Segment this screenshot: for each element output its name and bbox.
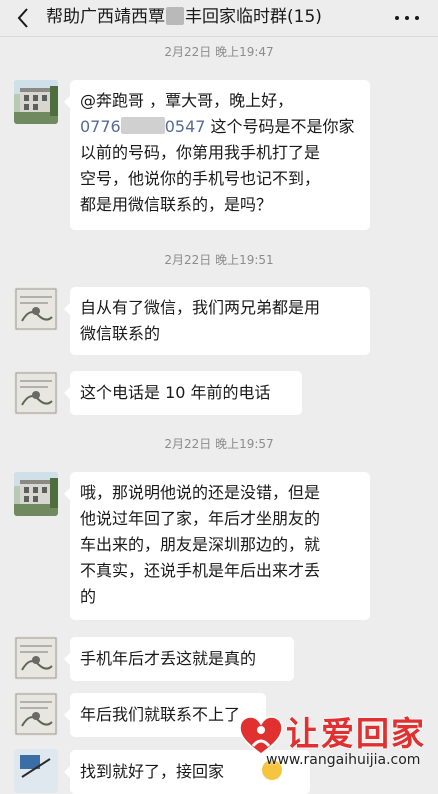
redacted-name xyxy=(166,7,184,25)
message-text: 0776 0547 这个号码是不是你家 xyxy=(80,117,355,136)
watermark-brand: 让爱回家 xyxy=(286,714,426,753)
message-bubble[interactable]: 哦，那说明他说的还是没错，但是 他说过年回了家，年后才坐朋友的 车出来的，朋友是… xyxy=(64,472,370,620)
message-text: 他说过年回了家，年后才坐朋友的 xyxy=(80,509,321,528)
redacted-digits xyxy=(120,117,165,134)
message-text: 哦，那说明他说的还是没错，但是 xyxy=(80,483,321,502)
heart-logo-icon xyxy=(239,716,283,755)
chat-header: 帮助广西靖西覃 丰回家临时群(15) xyxy=(0,0,438,37)
avatar-user2[interactable] xyxy=(14,371,58,415)
message-text: 不真实，还说手机是年后出来才丢 xyxy=(80,561,321,580)
message-text: 都是用微信联系的，是吗？ xyxy=(80,195,273,214)
timestamp: 2月22日 晚上19:47 xyxy=(164,45,274,59)
watermark: 让爱回家 www.rangaihuijia.com xyxy=(236,714,436,771)
avatar-user2[interactable] xyxy=(14,636,58,680)
timestamp: 2月22日 晚上19:57 xyxy=(164,437,274,451)
message-bubble[interactable]: 手机年后才丢这就是真的 xyxy=(64,637,294,681)
more-options-button[interactable] xyxy=(394,8,420,28)
chevron-left-icon xyxy=(17,8,28,28)
message-bubble[interactable]: @奔跑哥 ，覃大哥，晚上好， 0776 0547 这个号码是不是你家 以前的号码，… xyxy=(64,80,370,230)
message-text: 车出来的，朋友是深圳那边的，就 xyxy=(80,535,321,554)
avatar-user1[interactable] xyxy=(14,80,58,124)
message-text: 自从有了微信，我们两兄弟都是用 xyxy=(80,298,321,317)
avatar-user2[interactable] xyxy=(14,287,58,331)
message-text: 的 xyxy=(80,587,97,606)
dot-icon xyxy=(395,16,399,20)
phone-number-link[interactable]: 0776 0547 xyxy=(80,117,205,136)
avatar-user3[interactable] xyxy=(14,749,58,793)
timestamp: 2月22日 晚上19:51 xyxy=(164,253,274,267)
message-text: 这个电话是 10 年前的电话 xyxy=(80,383,271,402)
dot-icon xyxy=(415,16,419,20)
message-text: 年后我们就联系不上了 xyxy=(80,705,241,724)
message-text: 手机年后才丢这就是真的 xyxy=(80,649,257,668)
avatar-user1[interactable] xyxy=(14,472,58,516)
message-bubble[interactable]: 自从有了微信，我们两兄弟都是用 微信联系的 xyxy=(64,287,370,355)
message-text: 微信联系的 xyxy=(80,324,161,343)
message-text: 空号，他说你的手机号也记不到， xyxy=(80,169,321,188)
message-text: @奔跑哥 ，覃大哥，晚上好， xyxy=(80,91,294,110)
message-text: 以前的号码，你第用我手机打了是 xyxy=(80,143,321,162)
back-button[interactable] xyxy=(12,5,36,31)
dot-icon xyxy=(405,16,409,20)
avatar-user2[interactable] xyxy=(14,692,58,736)
message-bubble[interactable]: 这个电话是 10 年前的电话 xyxy=(64,371,302,415)
chat-title: 帮助广西靖西覃 丰回家临时群(15) xyxy=(46,7,322,27)
watermark-url: www.rangaihuijia.com xyxy=(266,752,421,768)
